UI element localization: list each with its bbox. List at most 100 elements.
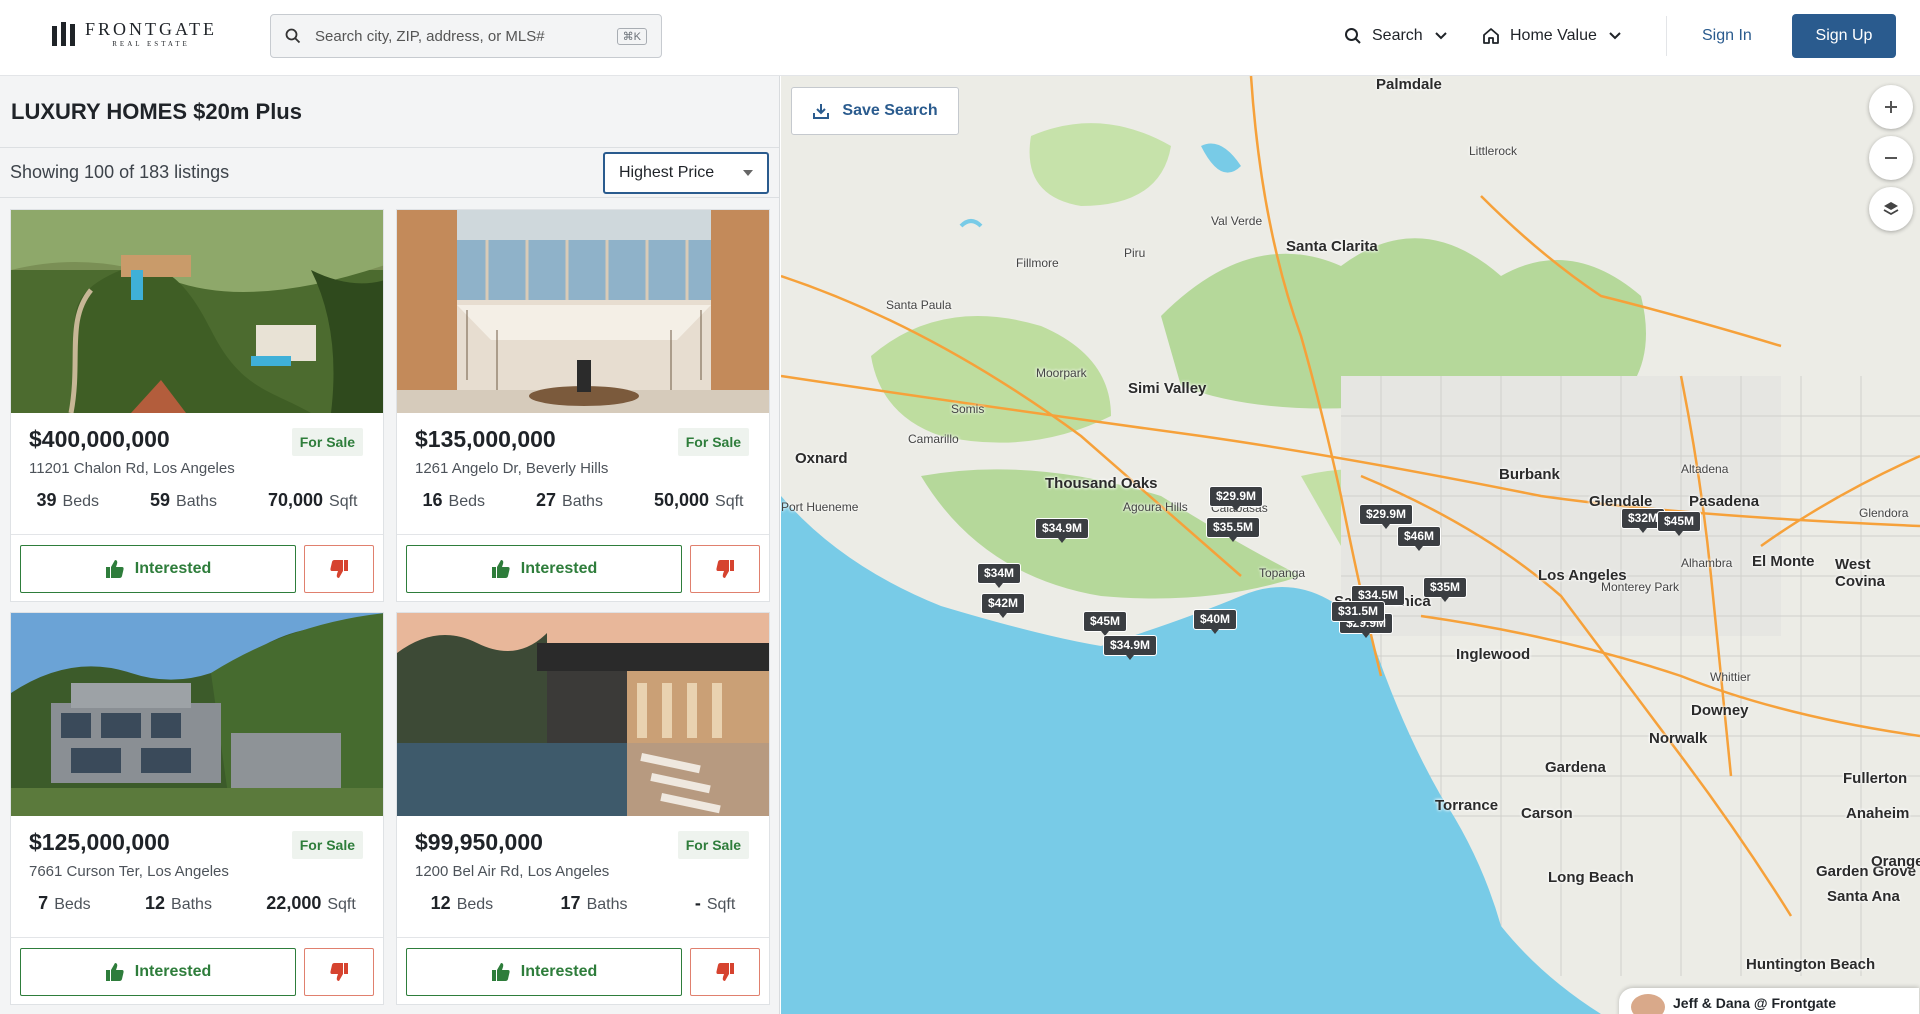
listing-address[interactable]: 1200 Bel Air Rd, Los Angeles [415, 863, 609, 880]
city-label: Burbank [1499, 466, 1560, 483]
search-icon [1345, 28, 1361, 44]
price-pin[interactable]: $35.5M [1206, 517, 1261, 543]
search-shortcut-hint: ⌘K [616, 27, 647, 45]
interested-label: Interested [520, 963, 598, 980]
listing-address[interactable]: 7661 Curson Ter, Los Angeles [29, 863, 229, 880]
listing-photo[interactable] [397, 613, 769, 816]
thumbs-up-icon [491, 560, 510, 578]
price-pin[interactable]: $34.9M [1103, 635, 1158, 661]
city-label: Somis [951, 402, 985, 416]
city-label: Fillmore [1016, 256, 1059, 270]
not-interested-button[interactable] [690, 545, 760, 593]
listing-photo[interactable] [11, 613, 383, 816]
map-panel[interactable]: Palmdale Littlerock Val Verde Santa Clar… [781, 76, 1920, 1014]
listing-photo[interactable] [11, 210, 383, 413]
baths-stat: 17 Baths [560, 893, 628, 913]
thumbs-down-icon [330, 963, 348, 981]
listing-card[interactable]: $125,000,000 For Sale 7661 Curson Ter, L… [10, 612, 384, 1005]
city-label: Littlerock [1469, 144, 1518, 158]
save-search-button[interactable]: Save Search [791, 87, 959, 135]
nav-home-value-menu[interactable]: Home Value [1482, 0, 1621, 72]
city-label: Carson [1521, 805, 1573, 822]
search-icon [285, 28, 301, 44]
caret-down-icon [743, 169, 753, 176]
status-badge: For Sale [291, 428, 363, 456]
map-layers-button[interactable] [1869, 187, 1913, 231]
beds-stat: 7 Beds [38, 893, 91, 913]
price-pin[interactable]: $31.5M [1331, 601, 1386, 627]
city-label: Torrance [1435, 797, 1499, 814]
interested-button[interactable]: Interested [406, 948, 682, 996]
price-pin[interactable]: $40M [1193, 609, 1238, 635]
price-pin[interactable]: $45M [1657, 511, 1702, 537]
price-pin[interactable]: $35M [1423, 577, 1468, 603]
zoom-in-button[interactable] [1869, 85, 1913, 129]
city-label: Thousand Oaks [1045, 475, 1158, 492]
listing-photo[interactable] [397, 210, 769, 413]
card-divider [397, 534, 769, 535]
price-pin[interactable]: $46M [1397, 526, 1442, 552]
thumbs-down-icon [330, 560, 348, 578]
agent-chat-widget[interactable]: Jeff & Dana @ Frontgate [1619, 988, 1919, 1014]
interested-button[interactable]: Interested [406, 545, 682, 593]
city-label: Monterey Park [1601, 580, 1680, 594]
price-pin[interactable]: $34.9M [1035, 518, 1090, 544]
listing-card[interactable]: $99,950,000 For Sale 1200 Bel Air Rd, Lo… [396, 612, 770, 1005]
listing-price: $99,950,000 [415, 829, 543, 855]
pool-dusk-home-image [397, 613, 769, 816]
listing-price: $135,000,000 [415, 426, 556, 452]
interested-label: Interested [134, 963, 212, 980]
sign-in-link[interactable]: Sign In [1690, 16, 1764, 56]
download-icon [813, 104, 830, 119]
beds-stat: 12 Beds [430, 893, 494, 913]
top-header: FRONTGATE REAL ESTATE ⌘K Search Home Val… [0, 0, 1920, 76]
listings-panel[interactable]: LUXURY HOMES $20m Plus Showing 100 of 18… [0, 76, 780, 1014]
city-label: Orange [1871, 853, 1920, 870]
listings-title-bar: LUXURY HOMES $20m Plus [0, 76, 779, 148]
sign-up-button[interactable]: Sign Up [1792, 14, 1896, 58]
price-pin[interactable]: $29.9M [1359, 504, 1414, 530]
sqft-stat: 50,000 Sqft [653, 490, 744, 510]
interested-button[interactable]: Interested [20, 948, 296, 996]
map-canvas[interactable] [781, 76, 1920, 1014]
frontgate-logo[interactable]: FRONTGATE REAL ESTATE [52, 20, 217, 48]
city-label: Inglewood [1456, 646, 1531, 663]
not-interested-button[interactable] [304, 545, 374, 593]
listing-address[interactable]: 11201 Chalon Rd, Los Angeles [29, 460, 235, 477]
search-box[interactable]: ⌘K [270, 14, 662, 58]
city-label: Long Beach [1548, 869, 1634, 886]
baths-stat: 27 Baths [536, 490, 603, 510]
home-icon [1483, 28, 1499, 44]
listing-address[interactable]: 1261 Angelo Dr, Beverly Hills [415, 460, 608, 477]
city-label: Norwalk [1649, 730, 1708, 747]
plus-icon [1885, 101, 1897, 113]
thumbs-down-icon [716, 963, 734, 981]
sqft-stat: 22,000 Sqft [266, 893, 356, 913]
not-interested-button[interactable] [304, 948, 374, 996]
beds-stat: 16 Beds [422, 490, 486, 510]
nav-search-menu[interactable]: Search [1344, 0, 1447, 72]
city-label: Topanga [1259, 566, 1306, 580]
price-pin[interactable]: $42M [981, 593, 1026, 619]
search-input[interactable] [315, 27, 617, 45]
zoom-out-button[interactable] [1869, 136, 1913, 180]
header-divider [1666, 16, 1667, 56]
not-interested-button[interactable] [690, 948, 760, 996]
sqft-stat: 70,000 Sqft [267, 490, 358, 510]
sort-value: Highest Price [619, 163, 715, 181]
price-pin[interactable]: $29.9M [1209, 486, 1264, 512]
interested-button[interactable]: Interested [20, 545, 296, 593]
thumbs-up-icon [491, 963, 510, 981]
sort-select[interactable]: Highest Price [603, 151, 769, 194]
price-pin[interactable]: $45M [1083, 611, 1128, 637]
city-label: Santa Paula [886, 298, 952, 312]
listing-card[interactable]: $135,000,000 For Sale 1261 Angelo Dr, Be… [396, 209, 770, 602]
city-label: Agoura Hills [1123, 500, 1188, 514]
listing-stats: 16 Beds 27 Baths 50,000 Sqft [397, 490, 769, 511]
logo-subtitle: REAL ESTATE [112, 40, 190, 48]
listing-stats: 12 Beds 17 Baths - Sqft [397, 893, 769, 914]
logo-name: FRONTGATE [85, 19, 218, 39]
listing-card[interactable]: $400,000,000 For Sale 11201 Chalon Rd, L… [10, 209, 384, 602]
baths-stat: 59 Baths [150, 490, 217, 510]
price-pin[interactable]: $34M [977, 563, 1022, 589]
